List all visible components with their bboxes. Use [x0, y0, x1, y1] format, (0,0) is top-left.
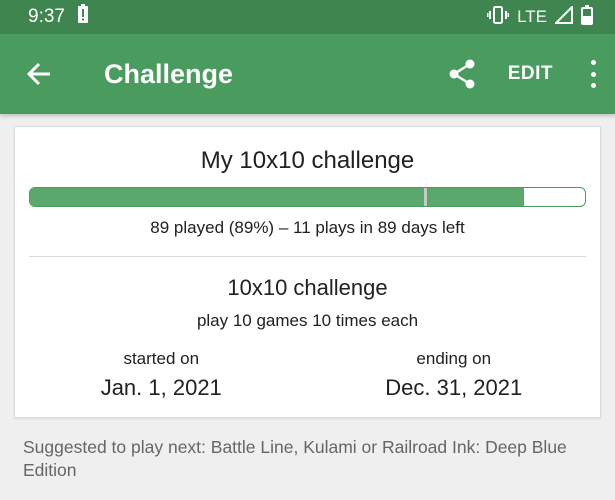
share-icon[interactable] — [448, 59, 478, 89]
status-time: 9:37 — [28, 6, 65, 27]
battery-alert-icon — [77, 4, 89, 30]
end-date-label: ending on — [416, 349, 492, 368]
challenge-heading: My 10x10 challenge — [200, 147, 415, 174]
network-type: LTE — [517, 7, 547, 26]
challenge-card: My 10x10 challenge 89 played (89%) – 11 … — [14, 126, 601, 418]
divider — [29, 256, 586, 257]
signal-icon — [553, 4, 573, 29]
vibrate-icon — [486, 5, 510, 29]
page-title: Challenge — [104, 58, 234, 89]
progress-bar — [29, 187, 586, 207]
status-bar: 9:37 LTE — [0, 0, 615, 34]
battery-icon — [581, 4, 593, 30]
progress-expected-marker — [424, 188, 428, 206]
start-date-value: Jan. 1, 2021 — [100, 375, 222, 400]
challenge-type-name: 10x10 challenge — [227, 275, 388, 300]
start-date-label: started on — [123, 349, 200, 368]
end-date-block: ending on Dec. 31, 2021 — [308, 349, 601, 401]
challenge-dates: started on Jan. 1, 2021 ending on Dec. 3… — [15, 349, 600, 401]
edit-button[interactable]: EDIT — [508, 63, 553, 85]
app-bar: Challenge EDIT — [0, 34, 615, 114]
suggestion-text: Suggested to play next: Battle Line, Kul… — [23, 437, 567, 480]
back-arrow-icon[interactable] — [26, 59, 56, 89]
start-date-block: started on Jan. 1, 2021 — [15, 349, 308, 401]
progress-fill — [30, 188, 524, 206]
more-vert-icon[interactable] — [589, 60, 597, 88]
challenge-type-description: play 10 games 10 times each — [196, 311, 419, 330]
progress-text: 89 played (89%) – 11 plays in 89 days le… — [150, 218, 465, 237]
end-date-value: Dec. 31, 2021 — [385, 375, 523, 400]
